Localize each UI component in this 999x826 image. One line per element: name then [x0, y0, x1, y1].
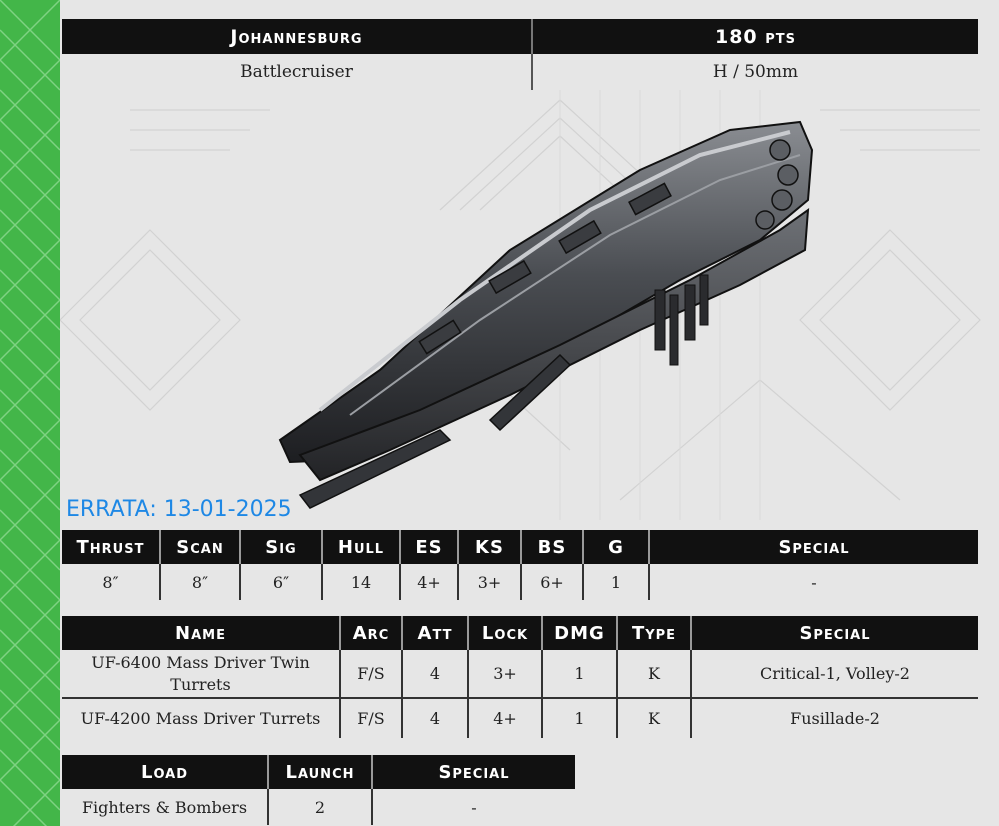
stat-header-thrust: Thrust — [62, 530, 160, 564]
zigzag-pattern — [0, 0, 60, 826]
stat-scan: 8″ — [159, 564, 240, 600]
weapon-header-arc: Arc — [339, 616, 402, 650]
tonnage-base: H / 50mm — [531, 54, 978, 90]
weapon-special: Critical-1, Volley-2 — [690, 650, 978, 699]
weapon-type: K — [616, 650, 691, 699]
stat-hull: 14 — [321, 564, 400, 600]
weapons-table: Name Arc Att Lock DMG Type Special UF-64… — [62, 616, 978, 738]
launch-count: 2 — [267, 789, 372, 825]
side-accent-strip — [0, 0, 60, 826]
stat-ks: 3+ — [457, 564, 521, 600]
weapon-att: 4 — [401, 698, 468, 738]
header-table: Johannesburg 180 pts Battlecruiser H / 5… — [62, 19, 978, 90]
weapon-header-type: Type — [616, 616, 691, 650]
launch-load: Fighters & Bombers — [81, 797, 248, 817]
weapon-header-dmg: DMG — [541, 616, 617, 650]
weapon-lock: 4+ — [467, 698, 542, 738]
points-value: 180 pts — [531, 19, 978, 54]
stat-g: 1 — [582, 564, 649, 600]
weapon-dmg: 1 — [541, 698, 617, 738]
weapon-arc: F/S — [339, 650, 402, 699]
weapon-header-att: Att — [401, 616, 468, 650]
launch-special: - — [371, 789, 575, 825]
weapon-dmg: 1 — [541, 650, 617, 699]
stat-sig: 6″ — [239, 564, 322, 600]
weapon-header-special: Special — [690, 616, 978, 650]
stat-special: - — [648, 564, 978, 600]
ship-image — [278, 120, 814, 509]
ship-class: Battlecruiser — [240, 62, 353, 82]
stat-header-g: G — [582, 530, 649, 564]
stat-header-special: Special — [648, 530, 978, 564]
errata-date: ERRATA: 13-01-2025 — [66, 497, 292, 522]
launch-table: Load Launch Special Fighters & Bombers 2… — [62, 755, 575, 825]
weapon-header-lock: Lock — [467, 616, 542, 650]
stat-header-sig: Sig — [239, 530, 322, 564]
weapon-lock: 3+ — [467, 650, 542, 699]
weapon-name: UF-4200 Mass Driver Turrets — [80, 708, 321, 728]
weapon-row: UF-4200 Mass Driver Turrets F/S 4 4+ 1 K… — [62, 698, 978, 738]
weapon-header-name: Name — [62, 616, 340, 650]
launch-header-launch: Launch — [267, 755, 372, 789]
weapon-att: 4 — [401, 650, 468, 699]
weapon-row: UF-6400 Mass Driver Twin Turrets F/S 4 3… — [62, 650, 978, 699]
stat-header-scan: Scan — [159, 530, 240, 564]
stat-bs: 6+ — [520, 564, 583, 600]
launch-row: Fighters & Bombers 2 - — [62, 789, 575, 825]
stats-table: Thrust Scan Sig Hull ES KS BS G Special … — [62, 530, 978, 600]
stat-header-hull: Hull — [321, 530, 400, 564]
weapon-arc: F/S — [339, 698, 402, 738]
stat-header-ks: KS — [457, 530, 521, 564]
launch-header-special: Special — [371, 755, 575, 789]
stat-header-es: ES — [399, 530, 458, 564]
stat-thrust: 8″ — [102, 572, 119, 592]
ship-name: Johannesburg — [62, 19, 532, 54]
stat-header-bs: BS — [520, 530, 583, 564]
launch-header-load: Load — [62, 755, 268, 789]
weapon-name: UF-6400 Mass Driver Twin Turrets — [62, 650, 340, 699]
weapon-special: Fusillade-2 — [690, 698, 978, 738]
stat-es: 4+ — [399, 564, 458, 600]
weapon-type: K — [616, 698, 691, 738]
